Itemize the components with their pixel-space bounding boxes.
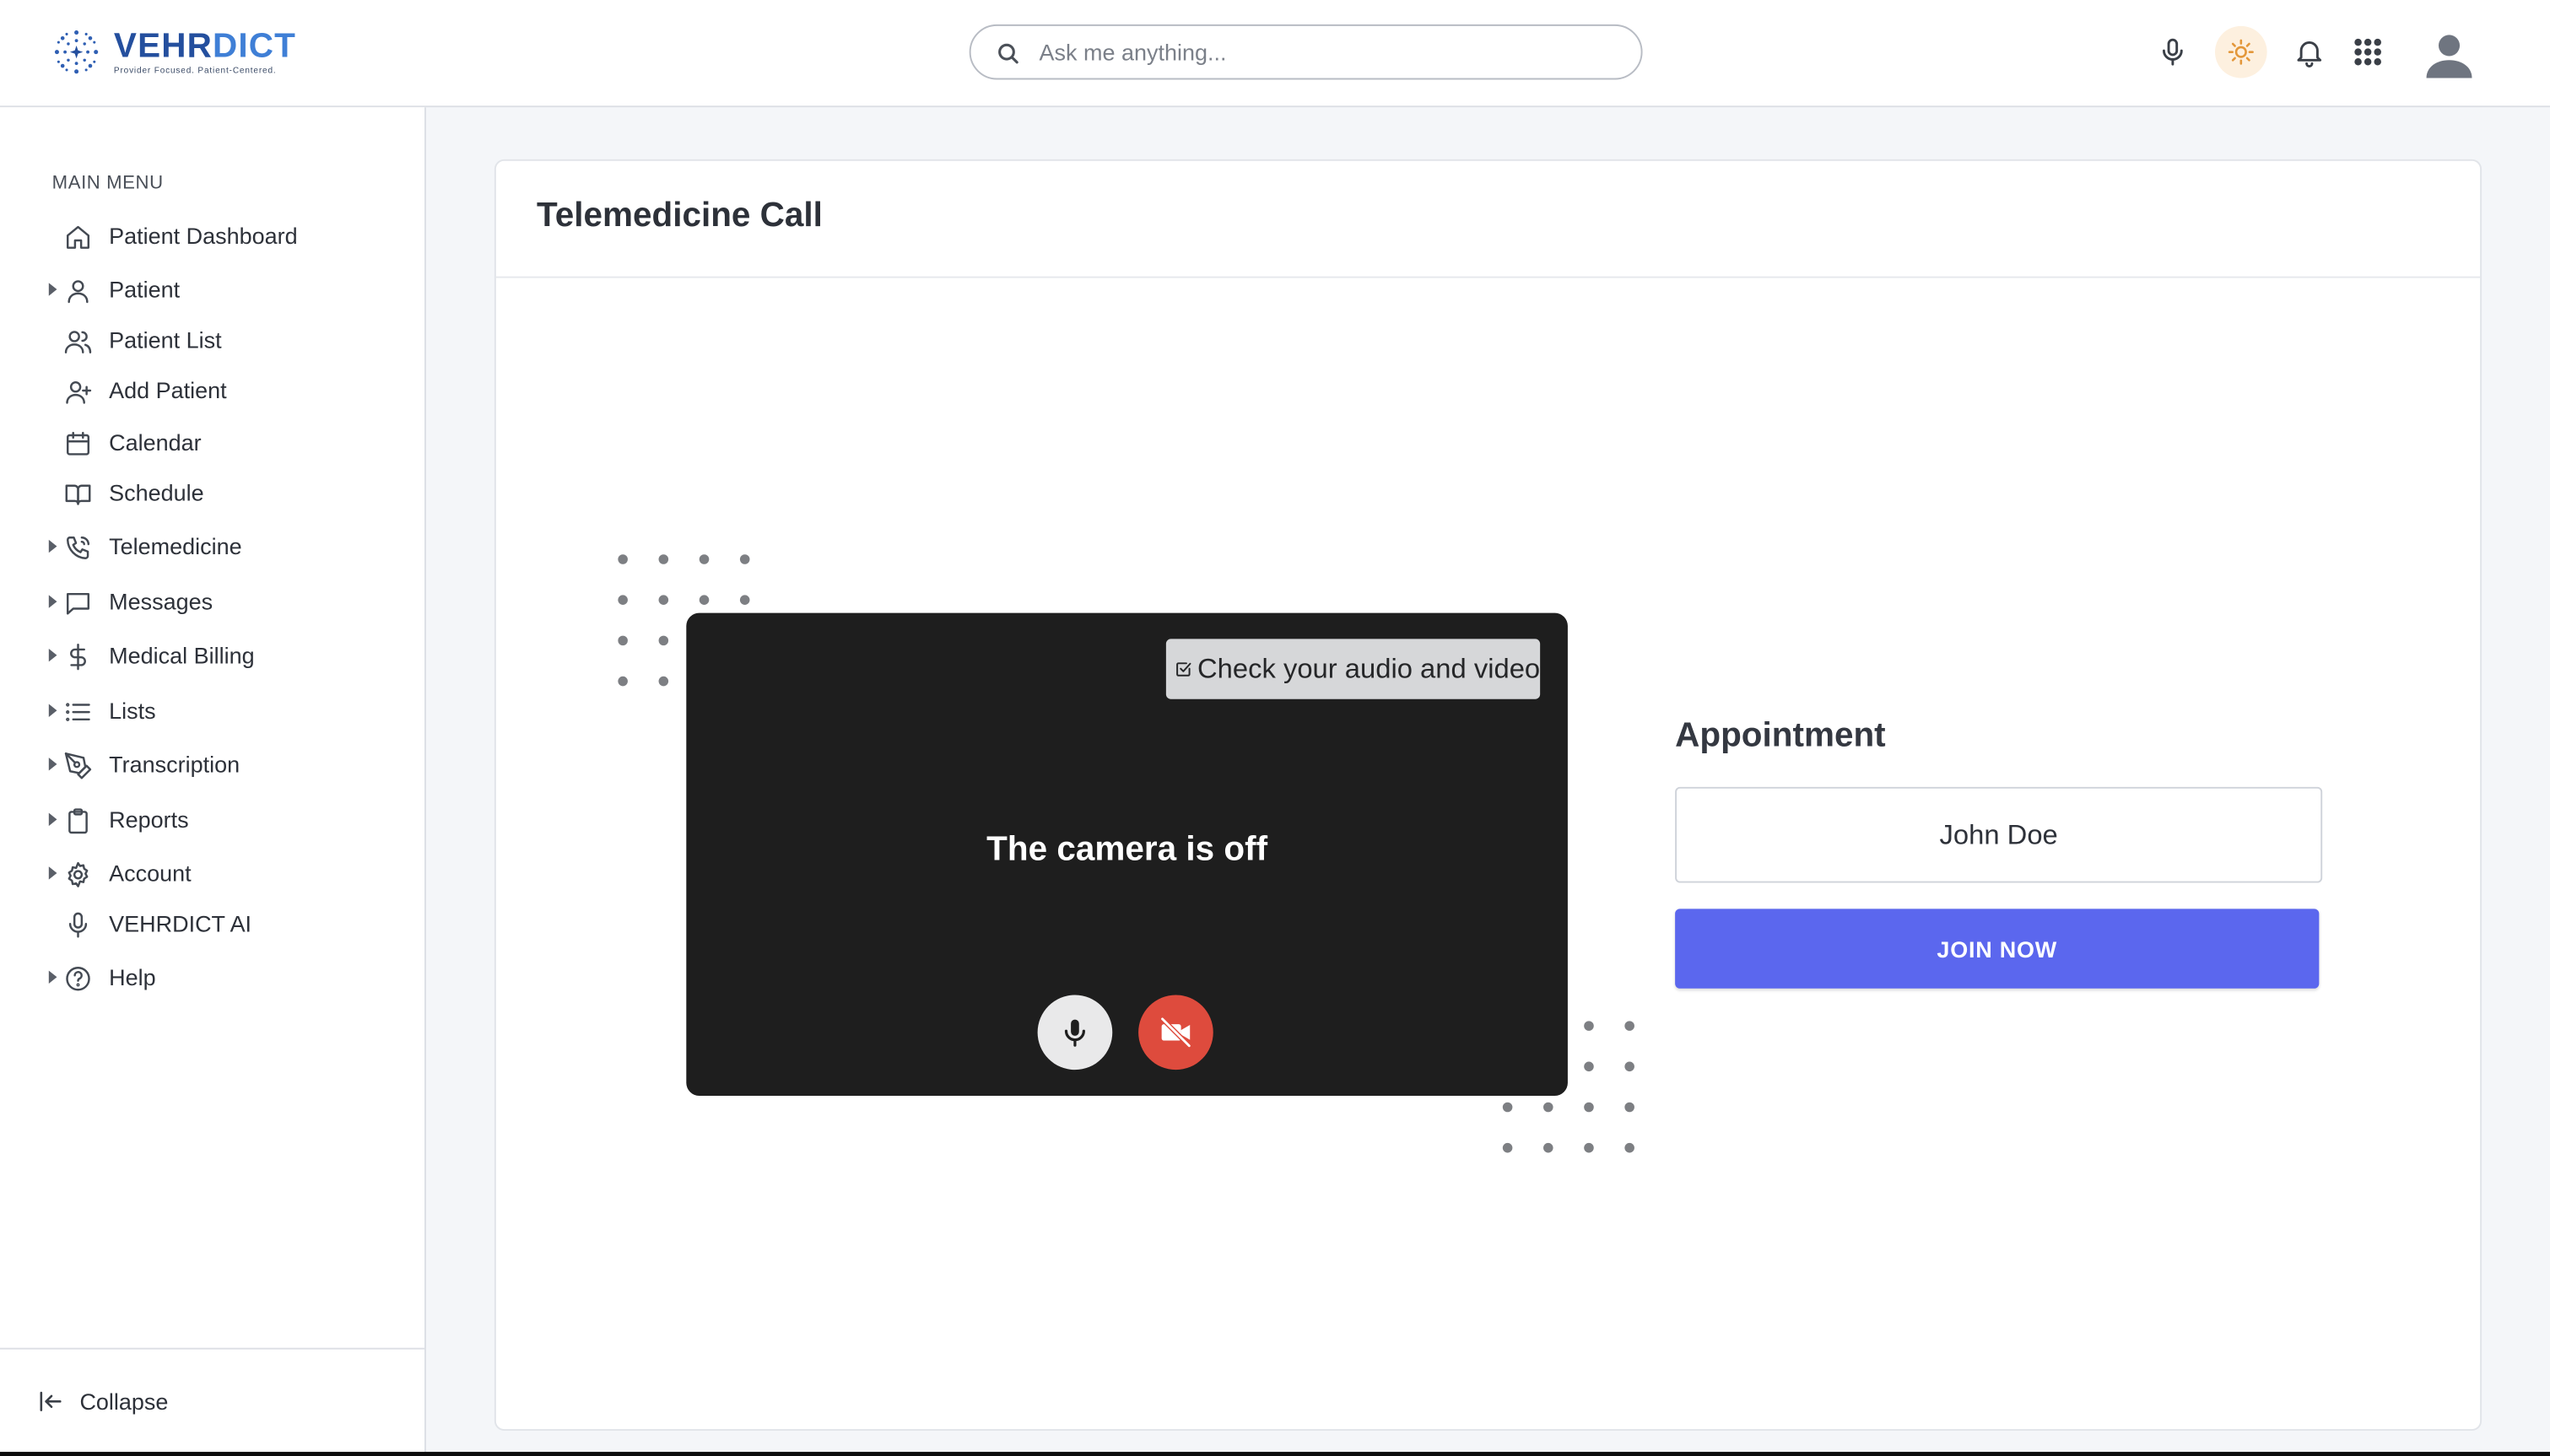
- sidebar-item-label: Patient Dashboard: [109, 223, 298, 249]
- users-icon: [64, 331, 92, 353]
- message-icon: [66, 592, 90, 615]
- appointment-patient-field: John Doe: [1675, 786, 2323, 883]
- sidebar-item-label: Help: [109, 963, 156, 990]
- expand-caret-icon: [48, 595, 57, 608]
- sun-icon: [2228, 39, 2254, 65]
- search-input[interactable]: [1039, 39, 1609, 66]
- sidebar-item-help[interactable]: Help: [0, 956, 424, 1001]
- window-bottom-edge: [0, 1452, 2550, 1456]
- sidebar-item-label: Calendar: [109, 429, 202, 456]
- sidebar-item-transcription[interactable]: Transcription: [0, 743, 424, 789]
- sidebar-item-account[interactable]: Account: [0, 852, 424, 898]
- card-divider: [495, 276, 2481, 278]
- sidebar-item-label: Medical Billing: [109, 642, 255, 669]
- sidebar-item-add-patient[interactable]: Add Patient: [0, 369, 424, 414]
- gear-icon: [68, 861, 89, 887]
- sidebar-item-label: Messages: [109, 588, 213, 615]
- sidebar-item-schedule[interactable]: Schedule: [0, 472, 424, 517]
- collapse-arrow-icon: [40, 1391, 62, 1411]
- vehrdict-logo[interactable]: VEHRDICT Provider Focused. Patient-Cente…: [52, 28, 296, 77]
- microphone-icon: [2162, 38, 2183, 66]
- join-now-button[interactable]: JOIN NOW: [1675, 909, 2320, 989]
- sidebar-item-medical-billing[interactable]: Medical Billing: [0, 634, 424, 680]
- expand-caret-icon: [48, 970, 57, 984]
- sidebar: MAIN MENU Patient Dashboard Patient Pati…: [0, 107, 426, 1456]
- sidebar-item-label: Account: [109, 860, 192, 887]
- dollar-icon: [70, 643, 86, 671]
- sidebar-item-calendar[interactable]: Calendar: [0, 421, 424, 466]
- book-icon: [65, 484, 91, 505]
- sidebar-item-telemedicine[interactable]: Telemedicine: [0, 526, 424, 571]
- sidebar-item-patient-dashboard[interactable]: Patient Dashboard: [0, 214, 424, 260]
- expand-caret-icon: [48, 648, 57, 662]
- sidebar-item-patient-list[interactable]: Patient List: [0, 319, 424, 364]
- check-audio-video-button[interactable]: Check your audio and video: [1165, 639, 1541, 699]
- main-menu-heading: MAIN MENU: [51, 174, 164, 194]
- microphone-icon: [1064, 1019, 1085, 1047]
- expand-caret-icon: [48, 704, 57, 717]
- sidebar-item-label: Patient: [109, 276, 181, 303]
- search-bar[interactable]: [969, 24, 1643, 80]
- camera-off-icon: [1159, 1017, 1192, 1049]
- expand-caret-icon: [48, 812, 57, 827]
- notifications-button[interactable]: [2290, 33, 2329, 72]
- expand-caret-icon: [48, 283, 57, 296]
- toggle-microphone-button[interactable]: [1037, 995, 1113, 1070]
- check-audio-video-label: Check your audio and video: [1197, 652, 1541, 684]
- top-header: VEHRDICT Provider Focused. Patient-Cente…: [0, 0, 2550, 108]
- sidebar-item-label: Reports: [109, 806, 189, 833]
- video-preview: Check your audio and video The camera is…: [686, 612, 1568, 1097]
- telemedicine-card: Telemedicine Call Check your audio and v…: [494, 159, 2482, 1432]
- expand-caret-icon: [48, 539, 57, 553]
- microphone-icon: [68, 912, 88, 938]
- appointment-heading: Appointment: [1675, 716, 1886, 755]
- pen-tool-icon: [64, 752, 92, 779]
- expand-caret-icon: [48, 758, 57, 771]
- calendar-icon: [66, 431, 90, 456]
- sidebar-item-lists[interactable]: Lists: [0, 689, 424, 735]
- checkbox-icon: [1176, 662, 1191, 677]
- user-icon: [68, 280, 89, 304]
- sidebar-item-label: Transcription: [109, 751, 240, 778]
- expand-caret-icon: [48, 866, 57, 880]
- bell-icon: [2297, 40, 2322, 67]
- sidebar-item-reports[interactable]: Reports: [0, 798, 424, 844]
- sidebar-item-label: Patient List: [109, 326, 222, 353]
- sidebar-item-label: Schedule: [109, 479, 204, 506]
- sidebar-item-label: Add Patient: [109, 377, 227, 403]
- sidebar-item-label: Telemedicine: [109, 533, 242, 559]
- list-icon: [66, 703, 90, 721]
- toggle-camera-button[interactable]: [1138, 995, 1213, 1070]
- user-plus-icon: [66, 380, 92, 404]
- collapse-label: Collapse: [79, 1388, 169, 1415]
- patient-name: John Doe: [1939, 818, 2058, 850]
- avatar-icon: [2426, 35, 2472, 78]
- page-title: Telemedicine Call: [537, 197, 823, 235]
- phone-icon: [66, 536, 90, 560]
- sidebar-item-messages[interactable]: Messages: [0, 580, 424, 626]
- search-icon: [998, 43, 1018, 64]
- theme-toggle-button[interactable]: [2214, 25, 2267, 78]
- clipboard-icon: [68, 808, 88, 834]
- grid-icon: [2354, 38, 2381, 66]
- logo-wordmark: VEHRDICT: [113, 26, 297, 65]
- user-avatar[interactable]: [2420, 26, 2478, 84]
- camera-off-message: The camera is off: [986, 830, 1268, 869]
- voice-input-button[interactable]: [2153, 33, 2192, 72]
- sidebar-divider: [0, 1347, 425, 1350]
- logo-mark-icon: [54, 30, 99, 74]
- sidebar-item-label: Lists: [109, 697, 156, 724]
- help-circle-icon: [66, 966, 90, 991]
- apps-menu-button[interactable]: [2348, 33, 2387, 72]
- sidebar-item-patient[interactable]: Patient: [0, 268, 424, 314]
- sidebar-item-vehrdict-ai[interactable]: VEHRDICT AI: [0, 903, 424, 948]
- home-icon: [66, 225, 90, 249]
- collapse-sidebar-button[interactable]: Collapse: [0, 1378, 424, 1424]
- logo-tagline: Provider Focused. Patient-Centered.: [113, 66, 277, 76]
- sidebar-item-label: VEHRDICT AI: [109, 910, 252, 937]
